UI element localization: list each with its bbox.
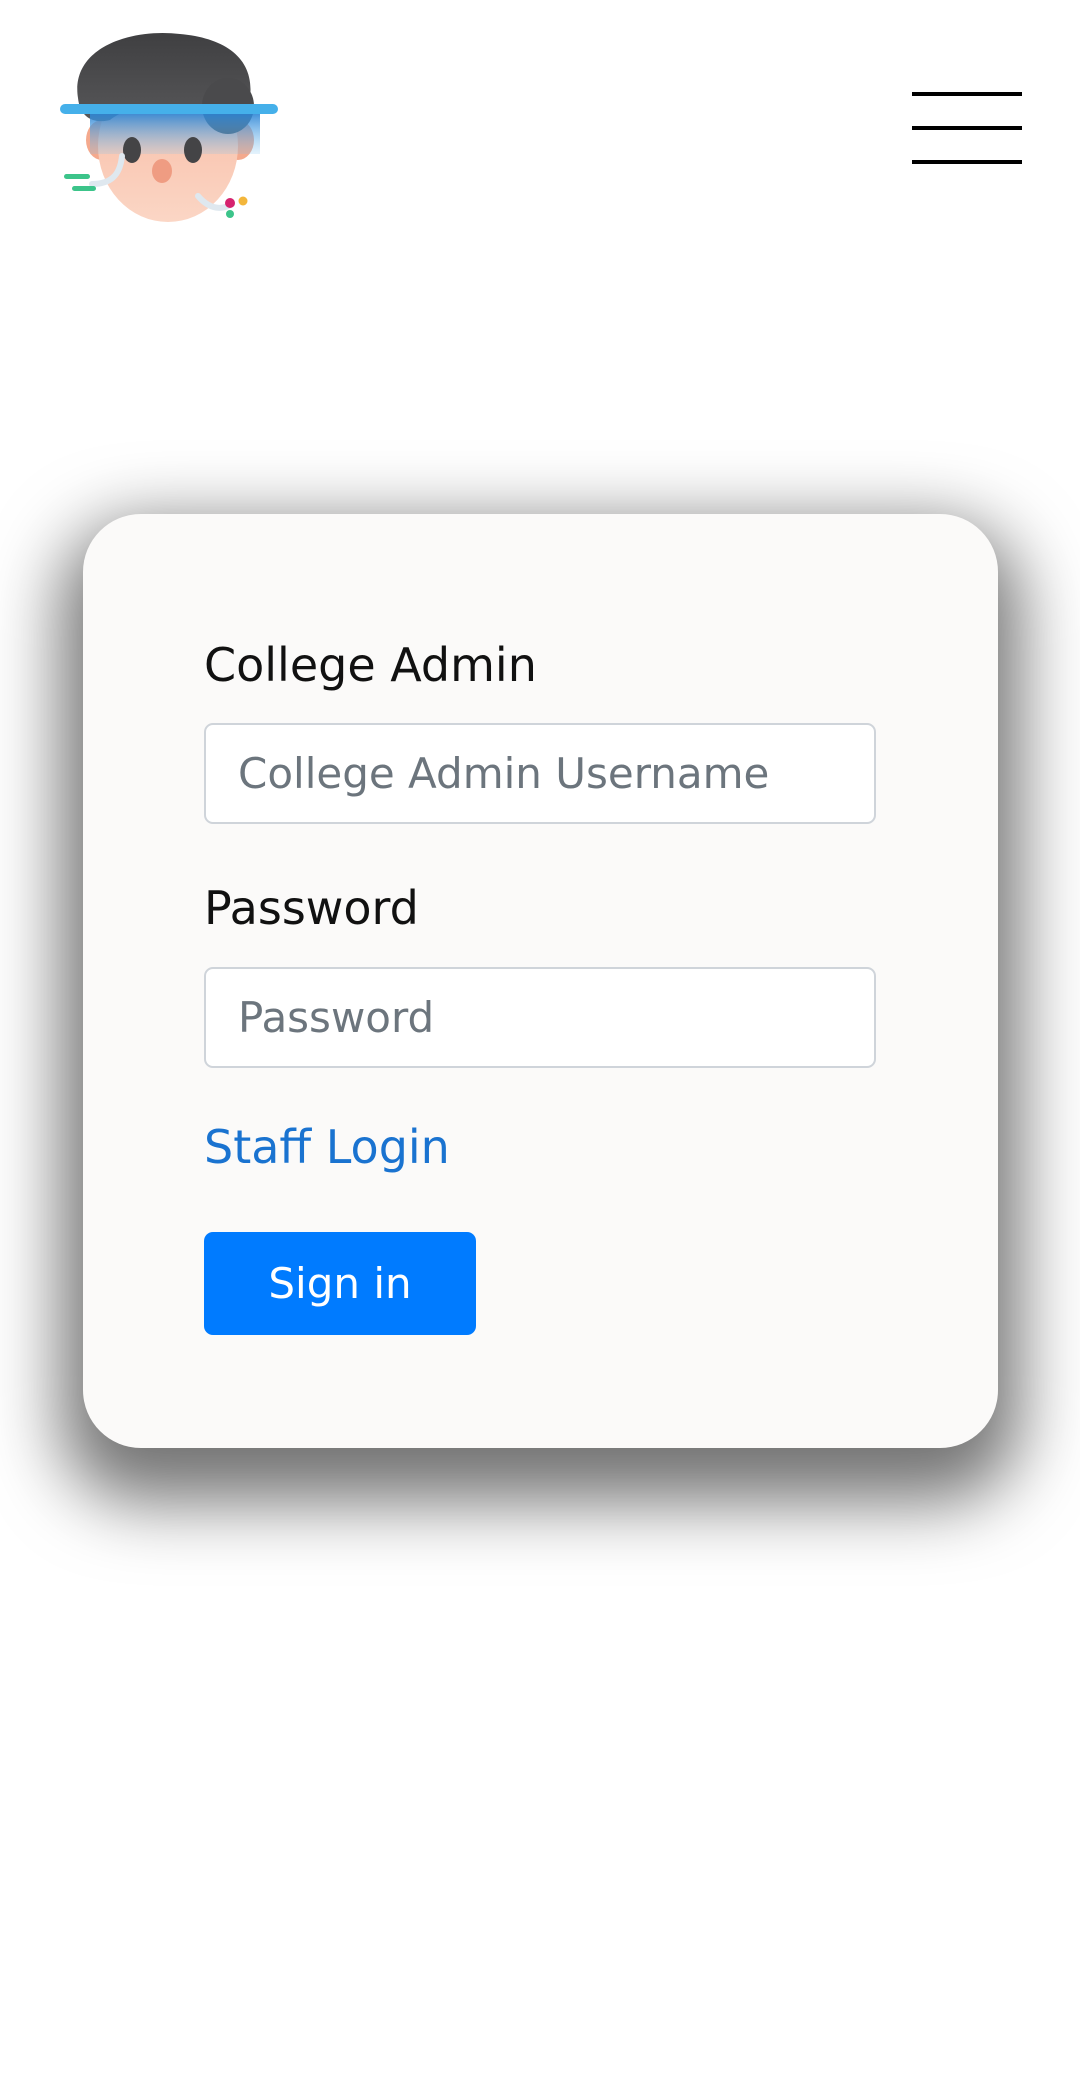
hamburger-menu-icon (912, 92, 1022, 96)
password-label: Password (204, 881, 419, 935)
username-input[interactable] (204, 723, 876, 824)
hamburger-menu-icon-bar (912, 160, 1022, 164)
hamburger-menu-icon-bar (912, 126, 1022, 130)
avatar-headset-logo-icon (50, 28, 280, 228)
sign-in-button[interactable]: Sign in (204, 1232, 476, 1335)
login-card: College Admin Password Staff Login Sign … (83, 514, 998, 1448)
password-input[interactable] (204, 967, 876, 1068)
menu-button[interactable] (910, 90, 1025, 166)
username-label: College Admin (204, 638, 537, 692)
login-page: College Admin Password Staff Login Sign … (0, 0, 1080, 2077)
staff-login-link[interactable]: Staff Login (204, 1124, 450, 1170)
